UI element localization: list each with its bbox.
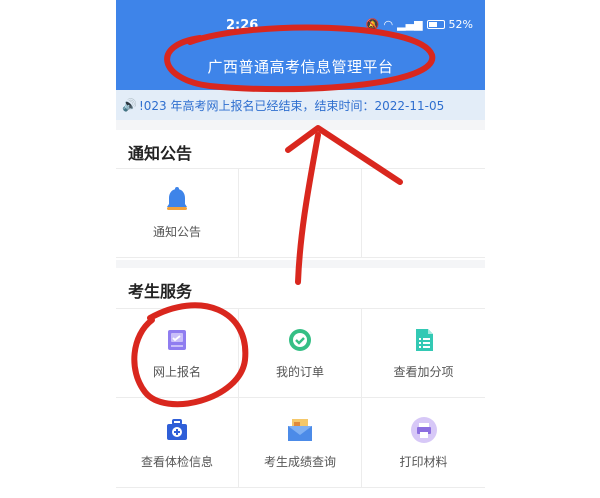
status-time: 2:26 bbox=[226, 18, 259, 33]
grid-item-notices[interactable]: 通知公告 bbox=[116, 168, 239, 258]
grid-empty-cell bbox=[362, 168, 485, 258]
document-list-icon bbox=[410, 326, 438, 354]
grid-item-my-orders[interactable]: 我的订单 bbox=[239, 308, 362, 398]
grid-empty-cell bbox=[239, 168, 362, 258]
notices-section: 通知公告 通知公告 bbox=[116, 130, 485, 260]
grid-item-label: 我的订单 bbox=[275, 365, 324, 379]
grid-item-label: 通知公告 bbox=[152, 225, 201, 239]
notice-marquee[interactable]: 🔊 !023 年高考网上报名已经结束，结束时间：2022-11-05 bbox=[116, 90, 485, 120]
grid-item-score-query[interactable]: 考生成绩查询 bbox=[239, 398, 362, 488]
notices-grid: 通知公告 bbox=[116, 168, 485, 258]
grid-item-bonus-points[interactable]: 查看加分项 bbox=[362, 308, 485, 398]
score-mail-icon bbox=[286, 416, 314, 444]
status-bar-icons: 🔕 ◠ ▂▄▆ 52% bbox=[366, 18, 473, 31]
printer-icon bbox=[410, 416, 438, 444]
app-header: 2:26 🔕 ◠ ▂▄▆ 52% 广西普通高考信息管理平台 bbox=[116, 0, 485, 90]
services-grid: 网上报名 我的订单 查看加分项 查看体检信息 考生成绩查询 打印材料 bbox=[116, 308, 485, 488]
battery-level: 52% bbox=[448, 18, 473, 31]
notice-text: !023 年高考网上报名已经结束，结束时间：2022-11-05 bbox=[138, 98, 445, 113]
grid-item-label: 查看加分项 bbox=[393, 365, 454, 379]
medical-kit-icon bbox=[163, 416, 191, 444]
section-title-services: 考生服务 bbox=[128, 282, 193, 301]
grid-item-label: 考生成绩查询 bbox=[263, 454, 336, 469]
grid-item-label: 查看体检信息 bbox=[140, 454, 213, 469]
mute-icon: 🔕 bbox=[365, 18, 380, 31]
grid-item-label: 网上报名 bbox=[152, 365, 201, 379]
services-section: 考生服务 网上报名 我的订单 查看加分项 查看体检信息 考生成绩查询 打印材料 bbox=[116, 268, 485, 498]
page-title: 广西普通高考信息管理平台 bbox=[207, 58, 394, 76]
wifi-icon: ◠ bbox=[383, 18, 394, 31]
bell-icon bbox=[163, 186, 191, 214]
grid-item-online-registration[interactable]: 网上报名 bbox=[116, 308, 239, 398]
grid-item-label: 打印材料 bbox=[399, 454, 448, 469]
grid-item-print-materials[interactable]: 打印材料 bbox=[362, 398, 485, 488]
section-title-notices: 通知公告 bbox=[128, 144, 193, 163]
signal-icon: ▂▄▆ bbox=[397, 18, 423, 31]
order-check-icon bbox=[286, 326, 314, 354]
battery-icon bbox=[426, 20, 445, 29]
registration-icon bbox=[163, 326, 191, 354]
speaker-icon: 🔊 bbox=[122, 98, 137, 112]
phone-screen: 2:26 🔕 ◠ ▂▄▆ 52% 广西普通高考信息管理平台 🔊 !023 年高考… bbox=[116, 0, 485, 498]
grid-item-medical-info[interactable]: 查看体检信息 bbox=[116, 398, 239, 488]
